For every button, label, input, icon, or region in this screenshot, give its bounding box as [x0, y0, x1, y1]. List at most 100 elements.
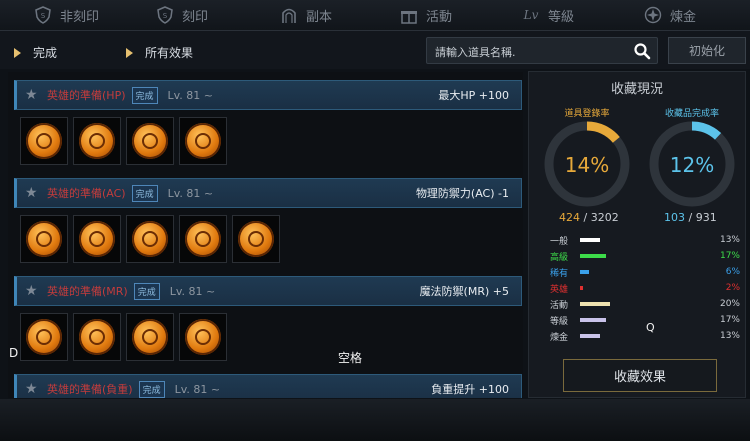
complete-rate-current: 103	[664, 211, 685, 224]
collection-status-panel: 收藏現況 道具登錄率 收藏品完成率 14% 12% 424 / 3202 103…	[528, 71, 746, 398]
coin-item-icon	[26, 123, 62, 159]
collection-title: 英雄的準備(負重)	[47, 383, 133, 396]
search-input[interactable]	[433, 42, 633, 62]
item-slot[interactable]	[179, 313, 227, 361]
item-slot[interactable]	[73, 117, 121, 165]
reset-button[interactable]: 初始化	[668, 37, 746, 64]
collection-effect-button[interactable]: 收藏效果	[563, 359, 717, 392]
item-slot[interactable]	[179, 215, 227, 263]
coin-item-icon	[132, 319, 168, 355]
grade-name: 活動	[550, 300, 569, 311]
tab-label: 刻印	[182, 9, 209, 25]
grade-legend-row: 煉金 13%	[550, 329, 740, 343]
progress-rings: 14% 12%	[544, 121, 735, 207]
coin-item-icon	[185, 123, 221, 159]
grade-bar	[580, 318, 606, 322]
item-slot[interactable]	[73, 215, 121, 263]
level-requirement: Lv. 81 ~	[169, 284, 216, 298]
triangle-right-icon	[14, 47, 21, 58]
item-slot[interactable]	[20, 117, 68, 165]
star-icon[interactable]: ★	[25, 382, 39, 396]
coin-item-icon	[79, 319, 115, 355]
collection-row-header[interactable]: ★ 英雄的準備(AC) 完成 Lv. 81 ~ 物理防禦力(AC) -1	[14, 178, 522, 208]
item-slot[interactable]	[20, 313, 68, 361]
item-rate-percent: 14%	[565, 153, 609, 177]
search-box	[426, 37, 658, 64]
item-slot[interactable]	[126, 215, 174, 263]
grade-bar	[580, 238, 600, 242]
collection-row-header[interactable]: ★ 英雄的準備(MR) 完成 Lv. 81 ~ 魔法防禦(MR) +5	[14, 276, 522, 306]
coin-item-icon	[238, 221, 274, 257]
collection-bonus: 最大HP +100	[438, 89, 509, 102]
collection-bonus: 負重提升 +100	[431, 383, 509, 396]
item-rate-current: 424	[559, 211, 580, 224]
gift-icon	[400, 6, 418, 24]
effect-filter-dropdown[interactable]: 所有效果	[126, 44, 193, 61]
collection-bonus: 物理防禦力(AC) -1	[415, 187, 509, 200]
item-slot[interactable]	[73, 313, 121, 361]
item-slots	[20, 313, 227, 363]
collection-row-header[interactable]: ★ 英雄的準備(負重) 完成 Lv. 81 ~ 負重提升 +100	[14, 374, 522, 398]
coin-item-icon	[132, 221, 168, 257]
tab-alchemy[interactable]: 煉金	[644, 0, 696, 30]
coin-item-icon	[79, 221, 115, 257]
tab-label: 副本	[306, 9, 333, 25]
grade-name: 煉金	[550, 332, 569, 343]
item-rate-total: / 3202	[583, 211, 619, 224]
item-slot[interactable]	[126, 313, 174, 361]
grade-legend-row: 活動 20%	[550, 297, 740, 311]
item-slot[interactable]	[232, 215, 280, 263]
grade-percent: 2%	[725, 283, 740, 293]
star-icon[interactable]: ★	[25, 284, 39, 298]
key-hint-q: Q	[646, 321, 655, 334]
key-hint-d: D	[9, 346, 19, 360]
tab-engraved[interactable]: S 刻印	[156, 0, 208, 30]
grade-percent: 20%	[719, 299, 740, 309]
grade-legend-row: 等級 17%	[550, 313, 740, 327]
grade-name: 等級	[550, 316, 569, 327]
coin-item-icon	[26, 221, 62, 257]
coin-item-icon	[132, 123, 168, 159]
item-slot[interactable]	[179, 117, 227, 165]
complete-rate-count: 103 / 931	[664, 211, 717, 224]
tab-label: 活動	[426, 9, 453, 25]
grade-percent: 17%	[719, 251, 740, 261]
level-requirement: Lv. 81 ~	[167, 88, 214, 102]
status-filter-label: 完成	[33, 46, 58, 60]
tab-non-engraved[interactable]: S 非刻印	[34, 0, 99, 30]
coin-item-icon	[185, 221, 221, 257]
grade-name: 一般	[550, 236, 569, 247]
top-tab-bar: S 非刻印 S 刻印 副本 活動 Lv 等級 煉金	[0, 0, 750, 31]
grade-bar	[580, 254, 606, 258]
item-slot[interactable]	[126, 117, 174, 165]
star-icon[interactable]: ★	[25, 186, 39, 200]
status-filter-dropdown[interactable]: 完成	[14, 44, 57, 61]
shield-icon: S	[156, 6, 174, 24]
tab-dungeon[interactable]: 副本	[280, 0, 332, 30]
item-rate-count: 424 / 3202	[559, 211, 619, 224]
svg-text:S: S	[163, 12, 168, 20]
grade-legend-row: 英雄 2%	[550, 281, 740, 295]
status-badge: 完成	[131, 184, 158, 202]
grade-bar	[580, 286, 583, 290]
complete-rate-percent: 12%	[670, 153, 714, 177]
search-icon[interactable]	[633, 42, 651, 60]
status-badge: 完成	[133, 282, 160, 300]
tab-label: 煉金	[670, 9, 697, 25]
tab-level[interactable]: Lv 等級	[522, 0, 574, 30]
grade-legend-row: 高級 17%	[550, 249, 740, 263]
coin-item-icon	[185, 319, 221, 355]
status-panel-title: 收藏現況	[610, 82, 663, 97]
grade-bar	[580, 302, 610, 306]
item-slots	[20, 117, 227, 167]
item-slot[interactable]	[20, 215, 68, 263]
star-icon[interactable]: ★	[25, 88, 39, 102]
grade-percent: 13%	[719, 235, 740, 245]
coin-item-icon	[79, 123, 115, 159]
complete-rate-total: / 931	[688, 211, 717, 224]
collection-row-header[interactable]: ★ 英雄的準備(HP) 完成 Lv. 81 ~ 最大HP +100	[14, 80, 522, 110]
tab-event[interactable]: 活動	[400, 0, 452, 30]
grade-bar	[580, 334, 600, 338]
tab-label: 非刻印	[60, 9, 100, 25]
collection-bonus: 魔法防禦(MR) +5	[419, 285, 509, 298]
